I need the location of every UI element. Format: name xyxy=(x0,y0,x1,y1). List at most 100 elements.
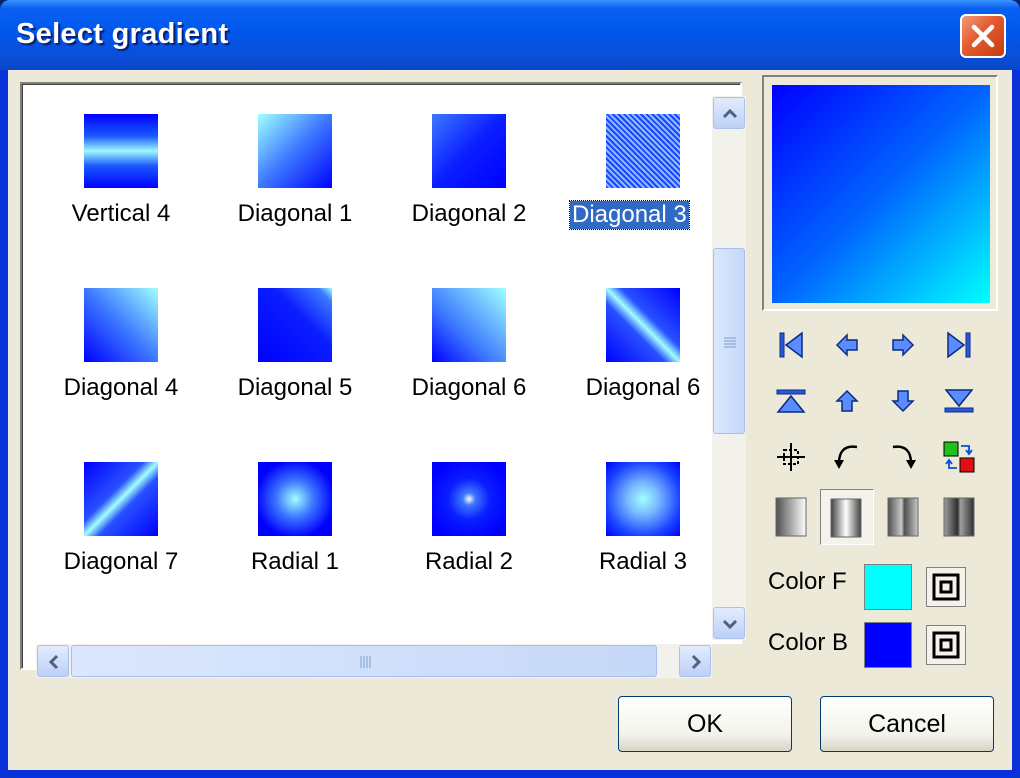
gradient-mode-2-button[interactable] xyxy=(820,489,874,545)
color-picker-icon xyxy=(932,631,960,659)
gradient-thumbnail xyxy=(258,114,332,188)
gradient-tile[interactable]: Diagonal 7 xyxy=(34,462,208,636)
rotate-right-icon xyxy=(892,445,916,469)
gradient-tile-label: Diagonal 3 xyxy=(569,200,690,230)
color-f-label: Color F xyxy=(768,568,847,595)
last-button[interactable] xyxy=(934,321,984,369)
gradient-tile-label: Diagonal 6 xyxy=(585,374,701,401)
bottom-button[interactable] xyxy=(934,377,984,425)
scroll-corner xyxy=(712,644,746,678)
gradient-tile-label: Diagonal 5 xyxy=(237,374,353,401)
gradient-preview xyxy=(772,85,990,303)
gradient-thumbnail xyxy=(606,288,680,362)
center-icon xyxy=(777,443,805,471)
gradient-tile-label: Diagonal 1 xyxy=(237,200,353,227)
gradient-thumbnail xyxy=(84,288,158,362)
color-b-swatch[interactable] xyxy=(864,622,912,668)
color-picker-icon xyxy=(932,573,960,601)
gradient-tile-label: Radial 3 xyxy=(598,548,688,575)
gradient-mode-1-button[interactable] xyxy=(766,489,816,545)
right-button[interactable] xyxy=(878,321,928,369)
dialog-window: Select gradient Vertical 4 Diagonal 1 Diag… xyxy=(0,0,1020,778)
center-button[interactable] xyxy=(766,433,816,481)
gradient-thumbnail xyxy=(258,288,332,362)
gradient-tile[interactable]: Radial 3 xyxy=(556,462,730,636)
top-button[interactable] xyxy=(766,377,816,425)
gradient-mode-1-icon xyxy=(775,497,807,537)
vertical-scroll-thumb[interactable] xyxy=(713,248,745,434)
gradient-tile[interactable]: Radial 1 xyxy=(208,462,382,636)
chevron-right-icon xyxy=(691,654,702,670)
close-icon xyxy=(971,24,995,48)
grip-icon xyxy=(360,656,371,668)
gradient-tile-label: Radial 2 xyxy=(424,548,514,575)
preview-frame xyxy=(762,75,998,311)
color-f-picker-button[interactable] xyxy=(926,567,966,607)
gradient-thumbnail xyxy=(606,114,680,188)
up-arrow-icon xyxy=(835,389,859,412)
gradient-tile[interactable]: Diagonal 6 xyxy=(556,288,730,462)
gradient-tile[interactable]: Diagonal 5 xyxy=(208,288,382,462)
gradient-mode-4-icon xyxy=(943,497,975,537)
last-icon xyxy=(947,331,971,359)
gradient-thumbnail xyxy=(432,462,506,536)
horizontal-scroll-thumb[interactable] xyxy=(71,645,657,677)
gradient-tile-label: Diagonal 4 xyxy=(63,374,179,401)
gradient-mode-2-icon xyxy=(830,498,862,538)
horizontal-scrollbar[interactable] xyxy=(36,644,712,678)
bottom-icon xyxy=(944,389,974,413)
gradient-tile[interactable]: Radial 2 xyxy=(382,462,556,636)
gradient-tile-label: Vertical 4 xyxy=(71,200,171,227)
cancel-button[interactable]: Cancel xyxy=(820,696,994,752)
gradient-tile[interactable]: Diagonal 4 xyxy=(34,288,208,462)
ok-button[interactable]: OK xyxy=(618,696,792,752)
gradient-thumbnail xyxy=(84,462,158,536)
color-b-label: Color B xyxy=(768,629,849,656)
gradient-tile[interactable]: Diagonal 2 xyxy=(382,114,556,288)
color-b-picker-button[interactable] xyxy=(926,625,966,665)
scroll-left-button[interactable] xyxy=(37,645,69,677)
down-button[interactable] xyxy=(878,377,928,425)
first-button[interactable] xyxy=(766,321,816,369)
up-button[interactable] xyxy=(822,377,872,425)
gradient-thumbnail xyxy=(258,462,332,536)
gradient-tile[interactable]: Diagonal 3 xyxy=(556,114,730,288)
gradient-tile[interactable]: Diagonal 6 xyxy=(382,288,556,462)
top-icon xyxy=(776,389,806,413)
dialog-client: Vertical 4 Diagonal 1 Diagonal 2 Diagonal 3… xyxy=(8,70,1012,770)
scroll-up-button[interactable] xyxy=(713,97,745,129)
gradient-thumbnail xyxy=(432,288,506,362)
gradient-mode-3-button[interactable] xyxy=(878,489,928,545)
gradient-mode-4-button[interactable] xyxy=(934,489,984,545)
color-f-swatch[interactable] xyxy=(864,564,912,610)
scroll-down-button[interactable] xyxy=(713,607,745,639)
chevron-up-icon xyxy=(722,108,738,119)
gradient-thumbnail xyxy=(606,462,680,536)
close-button[interactable] xyxy=(960,14,1006,58)
title-bar[interactable]: Select gradient xyxy=(0,0,1020,70)
left-button[interactable] xyxy=(822,321,872,369)
gradient-thumbnail xyxy=(432,114,506,188)
rotate-right-button[interactable] xyxy=(878,433,928,481)
vertical-scrollbar[interactable] xyxy=(712,96,746,640)
gradient-mode-3-icon xyxy=(887,497,919,537)
window-title: Select gradient xyxy=(16,18,229,50)
rotate-left-button[interactable] xyxy=(822,433,872,481)
gradient-tile-label: Diagonal 7 xyxy=(63,548,179,575)
chevron-left-icon xyxy=(48,654,59,670)
gradient-gallery: Vertical 4 Diagonal 1 Diagonal 2 Diagonal 3… xyxy=(20,82,746,678)
gradient-tile[interactable]: Vertical 4 xyxy=(34,114,208,288)
first-icon xyxy=(779,331,803,359)
swap-colors-button[interactable] xyxy=(934,433,984,481)
gradient-tile-label: Radial 1 xyxy=(250,548,340,575)
grip-icon xyxy=(724,337,736,348)
swap-colors-icon xyxy=(943,441,975,473)
gradient-tile[interactable]: Diagonal 1 xyxy=(208,114,382,288)
down-arrow-icon xyxy=(891,390,915,413)
right-panel: Color F Color B xyxy=(762,75,1002,671)
right-arrow-icon xyxy=(892,333,915,357)
gradient-tile-label: Diagonal 2 xyxy=(411,200,527,227)
rotate-left-icon xyxy=(834,445,858,469)
scroll-right-button[interactable] xyxy=(679,645,711,677)
gradient-tile-label: Diagonal 6 xyxy=(411,374,527,401)
